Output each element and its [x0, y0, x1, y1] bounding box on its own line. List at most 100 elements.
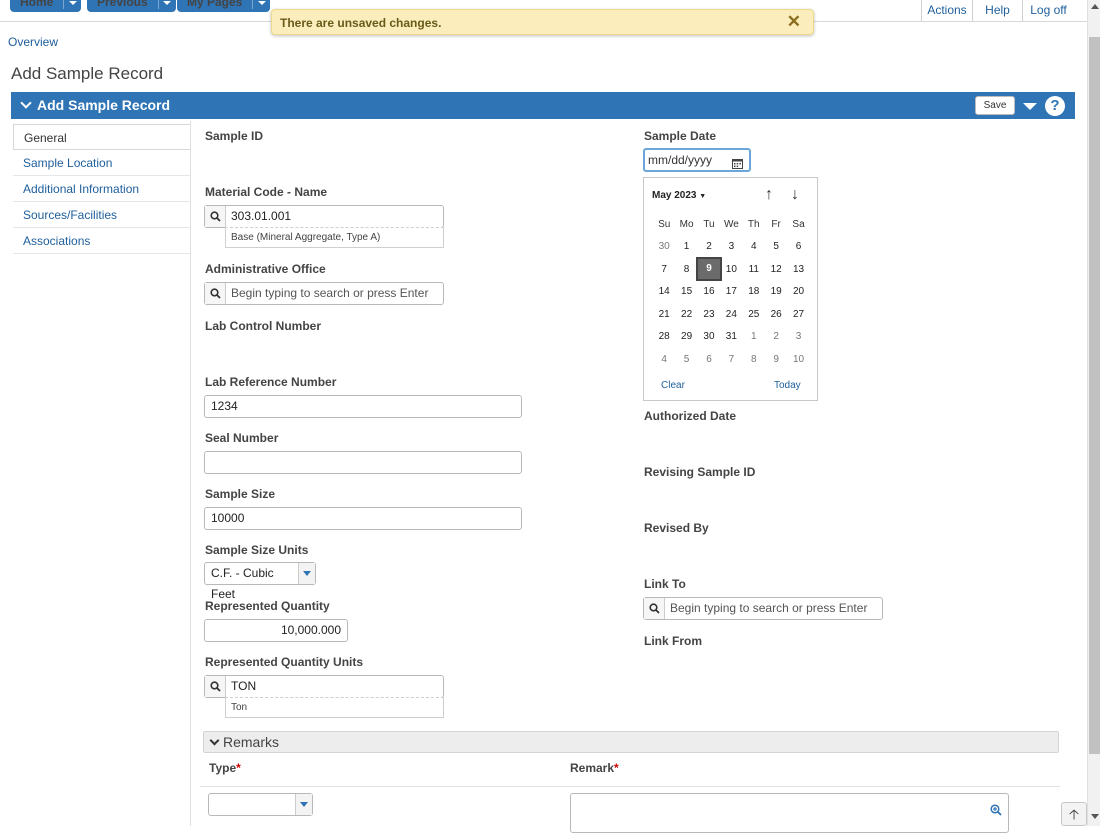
chevron-down-icon[interactable]	[298, 563, 315, 584]
remarks-section-header[interactable]: Remarks	[203, 731, 1059, 753]
panel-menu-dropdown-icon[interactable]	[1023, 103, 1037, 110]
calendar-day[interactable]: 2	[765, 331, 787, 342]
home-dropdown-toggle[interactable]	[63, 0, 81, 9]
search-icon[interactable]	[205, 283, 226, 304]
calendar-day[interactable]: 18	[743, 286, 765, 297]
calendar-day[interactable]: 1	[743, 331, 765, 342]
calendar-day[interactable]: 19	[765, 286, 787, 297]
material-code-field[interactable]: 303.01.001	[204, 205, 444, 228]
represented-quantity-units-field[interactable]: TON	[204, 675, 444, 698]
calendar-day[interactable]: 25	[743, 309, 765, 320]
month-year-label[interactable]: May 2023	[652, 190, 696, 201]
actions-link[interactable]: Actions	[921, 0, 972, 21]
zoom-in-icon[interactable]	[990, 804, 1002, 819]
chevron-down-icon[interactable]	[20, 97, 32, 109]
calendar-day[interactable]: 10	[720, 264, 742, 275]
help-icon[interactable]: ?	[1045, 96, 1065, 116]
sidebar-item-general[interactable]: General	[13, 124, 190, 150]
scrollbar-thumb[interactable]	[1089, 37, 1100, 754]
calendar-day[interactable]: 6	[698, 354, 720, 365]
save-button[interactable]: Save	[975, 96, 1015, 115]
calendar-day[interactable]: 28	[653, 331, 675, 342]
calendar-day[interactable]: 3	[787, 331, 809, 342]
calendar-day[interactable]: 20	[787, 286, 809, 297]
caret-down-icon[interactable]: ▼	[699, 193, 706, 200]
previous-month-icon[interactable]: ↑	[765, 186, 773, 204]
scroll-down-arrow[interactable]	[1091, 814, 1099, 819]
sample-size-units-value[interactable]: C.F. - Cubic Feet	[205, 563, 298, 601]
search-icon[interactable]	[205, 206, 226, 227]
home-menu-button[interactable]: Home	[10, 0, 82, 12]
link-to-placeholder[interactable]: Begin typing to search or press Enter	[665, 598, 867, 619]
my-pages-dropdown-toggle[interactable]	[252, 0, 270, 9]
chevron-down-icon[interactable]	[295, 794, 312, 815]
page-scrollbar[interactable]	[1087, 0, 1100, 826]
clear-date-button[interactable]: Clear	[661, 380, 685, 391]
calendar-day[interactable]: 2	[698, 241, 720, 252]
my-pages-label[interactable]: My Pages	[177, 0, 252, 9]
sidebar-item-sources-facilities[interactable]: Sources/Facilities	[13, 202, 190, 228]
calendar-day[interactable]: 15	[675, 286, 697, 297]
administrative-office-field[interactable]: Begin typing to search or press Enter	[204, 282, 444, 305]
sidebar-item-additional-information[interactable]: Additional Information	[13, 176, 190, 202]
next-month-icon[interactable]: ↓	[791, 186, 799, 204]
help-link[interactable]: Help	[972, 0, 1022, 21]
month-year-selector[interactable]: May 2023 ▼	[652, 190, 706, 201]
calendar-day[interactable]: 8	[743, 354, 765, 365]
sample-date-input[interactable]: mm/dd/yyyy	[643, 148, 751, 172]
sidebar-item-associations[interactable]: Associations	[13, 228, 190, 254]
material-code-value[interactable]: 303.01.001	[226, 206, 291, 227]
scroll-up-arrow[interactable]	[1091, 4, 1099, 9]
calendar-day[interactable]: 30	[653, 241, 675, 252]
calendar-icon[interactable]	[732, 155, 743, 175]
scroll-to-top-button[interactable]: 🡡	[1061, 802, 1087, 826]
calendar-day[interactable]: 14	[653, 286, 675, 297]
calendar-day[interactable]: 6	[787, 241, 809, 252]
calendar-day[interactable]: 3	[720, 241, 742, 252]
previous-label[interactable]: Previous	[87, 0, 158, 9]
sidebar-item-sample-location[interactable]: Sample Location	[13, 150, 190, 176]
remark-type-value[interactable]	[209, 794, 295, 815]
calendar-day[interactable]: 4	[653, 354, 675, 365]
calendar-day[interactable]: 11	[743, 264, 765, 275]
calendar-day[interactable]: 10	[787, 354, 809, 365]
calendar-day[interactable]: 30	[698, 331, 720, 342]
sample-size-input[interactable]: 10000	[204, 507, 522, 530]
my-pages-menu-button[interactable]: My Pages	[177, 0, 271, 12]
remark-type-select[interactable]	[208, 793, 313, 816]
calendar-day[interactable]: 4	[743, 241, 765, 252]
previous-menu-button[interactable]: Previous	[87, 0, 176, 12]
calendar-day[interactable]: 31	[720, 331, 742, 342]
lab-reference-number-input[interactable]: 1234	[204, 395, 522, 418]
home-label[interactable]: Home	[10, 0, 63, 9]
represented-quantity-units-value[interactable]: TON	[226, 676, 256, 697]
administrative-office-placeholder[interactable]: Begin typing to search or press Enter	[226, 283, 428, 304]
remark-textarea[interactable]	[570, 793, 1009, 833]
calendar-day[interactable]: 29	[675, 331, 697, 342]
calendar-day[interactable]: 13	[787, 264, 809, 275]
calendar-day[interactable]: 27	[787, 309, 809, 320]
calendar-day[interactable]: 5	[675, 354, 697, 365]
calendar-day[interactable]: 23	[698, 309, 720, 320]
calendar-day[interactable]: 7	[653, 264, 675, 275]
breadcrumb-overview[interactable]: Overview	[8, 35, 58, 49]
chevron-down-icon[interactable]	[209, 735, 220, 746]
calendar-day[interactable]: 21	[653, 309, 675, 320]
seal-number-input[interactable]	[204, 451, 522, 474]
calendar-day[interactable]: 17	[720, 286, 742, 297]
calendar-day[interactable]: 7	[720, 354, 742, 365]
search-icon[interactable]	[205, 676, 226, 697]
calendar-day[interactable]: 26	[765, 309, 787, 320]
calendar-day[interactable]: 9	[695, 257, 723, 282]
close-icon[interactable]: ✕	[787, 12, 801, 32]
today-button[interactable]: Today	[774, 380, 801, 391]
calendar-day[interactable]: 12	[765, 264, 787, 275]
sample-size-units-select[interactable]: C.F. - Cubic Feet	[204, 562, 316, 601]
calendar-day[interactable]: 16	[698, 286, 720, 297]
sample-date-placeholder[interactable]: mm/dd/yyyy	[648, 153, 712, 167]
link-to-field[interactable]: Begin typing to search or press Enter	[643, 597, 883, 620]
calendar-day[interactable]: 5	[765, 241, 787, 252]
represented-quantity-input[interactable]: 10,000.000	[204, 619, 348, 642]
calendar-day[interactable]: 1	[675, 241, 697, 252]
log-off-link[interactable]: Log off	[1022, 0, 1074, 21]
